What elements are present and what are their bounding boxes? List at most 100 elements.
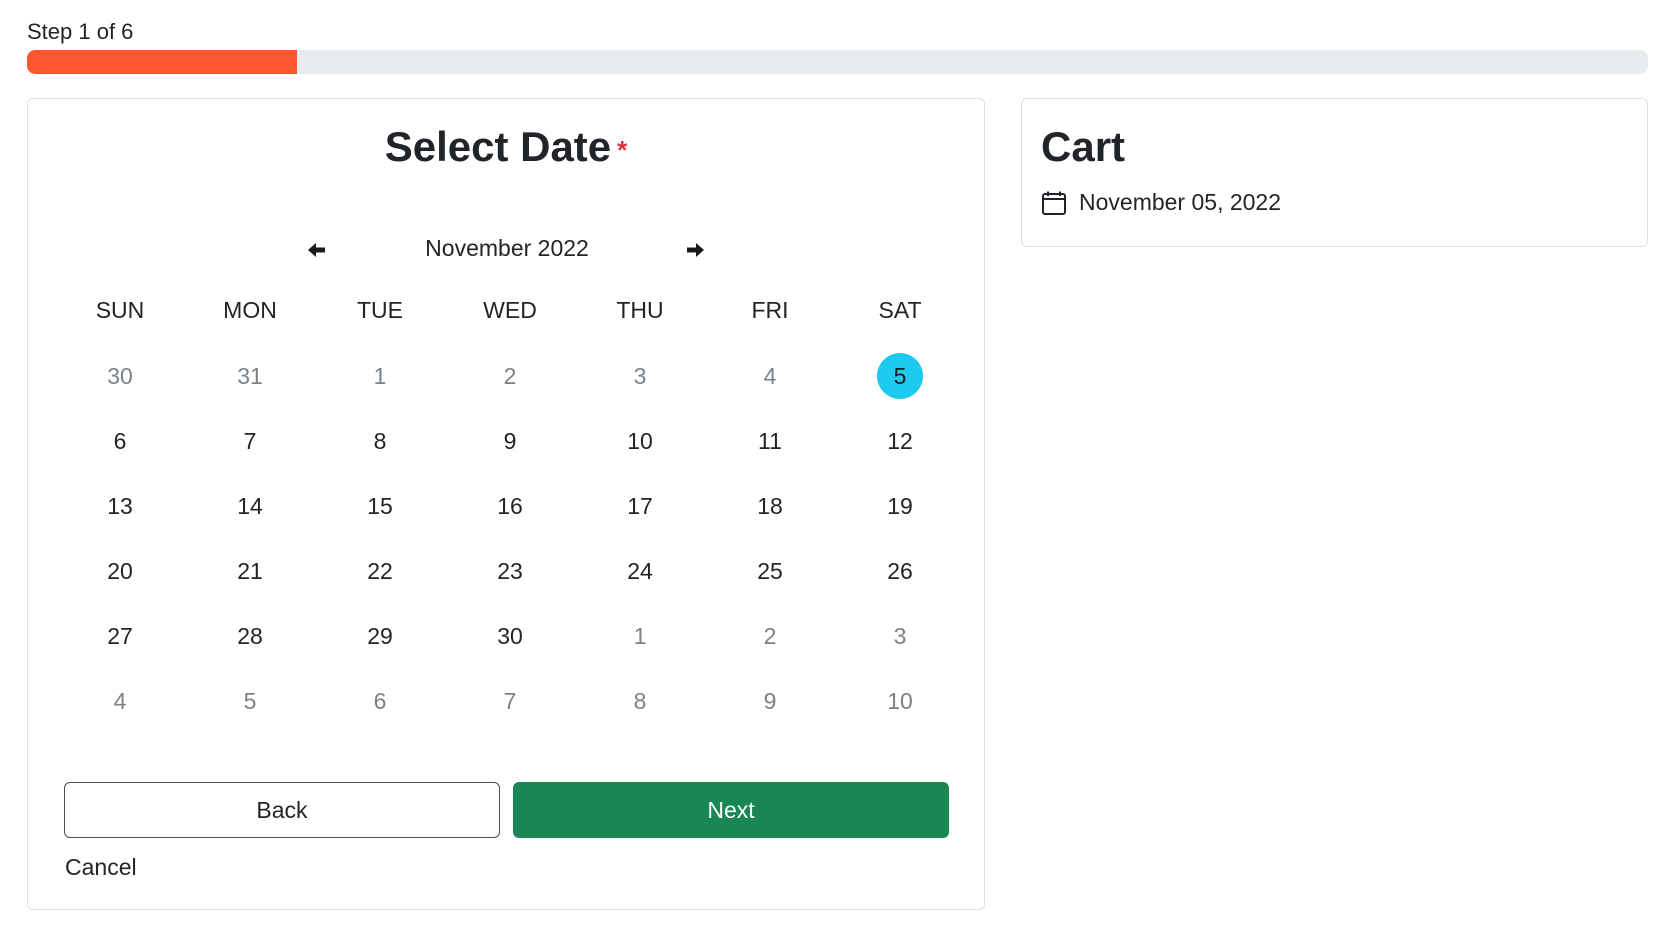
calendar-week-row: 20 21 22 23 24 25 26 xyxy=(55,546,965,596)
weekday-label: WED xyxy=(483,297,537,323)
calendar-day-number: 18 xyxy=(757,492,783,519)
calendar-day[interactable]: 25 xyxy=(705,546,835,596)
calendar-day[interactable]: 26 xyxy=(835,546,965,596)
calendar-day[interactable]: 12 xyxy=(835,416,965,466)
calendar-day[interactable]: 8 xyxy=(575,676,705,726)
calendar-day[interactable]: 31 xyxy=(185,351,315,401)
calendar-day-number: 6 xyxy=(373,687,387,714)
calendar-day-number: 10 xyxy=(627,427,653,454)
calendar-day[interactable]: 30 xyxy=(55,351,185,401)
calendar-day[interactable]: 2 xyxy=(445,351,575,401)
calendar-day-number: 10 xyxy=(887,687,913,714)
calendar-day-number: 1 xyxy=(373,362,387,389)
calendar-day[interactable]: 2 xyxy=(705,611,835,661)
calendar-day[interactable]: 10 xyxy=(575,416,705,466)
calendar-day[interactable]: 7 xyxy=(185,416,315,466)
weekday-label: THU xyxy=(616,297,664,323)
weekday-label: FRI xyxy=(751,297,789,323)
calendar-day[interactable]: 7 xyxy=(445,676,575,726)
calendar-day-number: 14 xyxy=(237,492,263,519)
calendar-day[interactable]: 28 xyxy=(185,611,315,661)
calendar-day[interactable]: 4 xyxy=(55,676,185,726)
calendar-day-number: 20 xyxy=(107,557,133,584)
calendar-day-selected[interactable]: 5 xyxy=(835,351,965,401)
calendar-day-number: 3 xyxy=(893,622,907,649)
calendar-day[interactable]: 6 xyxy=(55,416,185,466)
calendar-day-number: 4 xyxy=(113,687,127,714)
step-label: Step 1 of 6 xyxy=(27,19,134,44)
calendar-day[interactable]: 21 xyxy=(185,546,315,596)
calendar-week-row: 6 7 8 9 10 11 12 xyxy=(55,416,965,466)
calendar-day-number: 7 xyxy=(243,427,257,454)
calendar-day-number: 8 xyxy=(633,687,647,714)
calendar-navigation: November 2022 xyxy=(28,233,984,269)
calendar-day-number: 27 xyxy=(107,622,133,649)
progress-bar-fill xyxy=(27,50,298,74)
calendar-day-number: 21 xyxy=(237,557,263,584)
next-button[interactable]: Next xyxy=(513,782,949,838)
calendar-day-number: 31 xyxy=(237,362,263,389)
calendar-day[interactable]: 11 xyxy=(705,416,835,466)
calendar-day[interactable]: 3 xyxy=(835,611,965,661)
calendar-day-number: 26 xyxy=(887,557,913,584)
calendar-day[interactable]: 15 xyxy=(315,481,445,531)
select-date-card: Select Date * November 2022 SUN MON TUE WED T… xyxy=(27,98,985,910)
back-button[interactable]: Back xyxy=(64,782,500,838)
calendar-day-number: 16 xyxy=(497,492,523,519)
required-marker: * xyxy=(617,134,628,165)
calendar-icon xyxy=(1042,191,1066,215)
calendar-day[interactable]: 16 xyxy=(445,481,575,531)
calendar-day[interactable]: 6 xyxy=(315,676,445,726)
calendar-day[interactable]: 22 xyxy=(315,546,445,596)
calendar-day[interactable]: 10 xyxy=(835,676,965,726)
calendar-day[interactable]: 8 xyxy=(315,416,445,466)
calendar-week-row: 4 5 6 7 8 9 10 xyxy=(55,676,965,726)
cart-card: Cart November 05, 2022 xyxy=(1021,98,1648,247)
calendar-day[interactable]: 23 xyxy=(445,546,575,596)
calendar-day-number: 9 xyxy=(503,427,517,454)
calendar-day[interactable]: 29 xyxy=(315,611,445,661)
calendar-day[interactable]: 18 xyxy=(705,481,835,531)
calendar-day[interactable]: 3 xyxy=(575,351,705,401)
calendar-day[interactable]: 27 xyxy=(55,611,185,661)
calendar-day[interactable]: 20 xyxy=(55,546,185,596)
calendar-day[interactable]: 1 xyxy=(575,611,705,661)
arrow-right-icon[interactable] xyxy=(682,237,708,263)
calendar-day-number: 30 xyxy=(497,622,523,649)
calendar-day-number: 19 xyxy=(887,492,913,519)
calendar-day-number: 22 xyxy=(367,557,393,584)
calendar-day[interactable]: 17 xyxy=(575,481,705,531)
cancel-link[interactable]: Cancel xyxy=(65,854,137,881)
calendar-week-row: 13 14 15 16 17 18 19 xyxy=(55,481,965,531)
calendar-day-number: 30 xyxy=(107,362,133,389)
cart-title: Cart xyxy=(1041,123,1126,170)
calendar-day-number: 2 xyxy=(763,622,777,649)
calendar-week-row: 27 28 29 30 1 2 3 xyxy=(55,611,965,661)
calendar-day-number: 15 xyxy=(367,492,393,519)
weekday-label: MON xyxy=(223,297,277,323)
calendar-day-number: 2 xyxy=(503,362,517,389)
calendar-day[interactable]: 14 xyxy=(185,481,315,531)
cart-item-date: November 05, 2022 xyxy=(1079,189,1282,215)
calendar-day[interactable]: 5 xyxy=(185,676,315,726)
calendar-day-number: 23 xyxy=(497,557,523,584)
calendar-day[interactable]: 13 xyxy=(55,481,185,531)
calendar-day[interactable]: 19 xyxy=(835,481,965,531)
cart-item: November 05, 2022 xyxy=(1041,189,1281,216)
calendar-day[interactable]: 30 xyxy=(445,611,575,661)
calendar-day-number: 13 xyxy=(107,492,133,519)
select-date-title: Select Date xyxy=(384,123,612,170)
weekday-label: TUE xyxy=(357,297,403,323)
calendar-day-number: 17 xyxy=(627,492,653,519)
calendar-day[interactable]: 9 xyxy=(445,416,575,466)
calendar-day-number: 28 xyxy=(237,622,263,649)
calendar-day[interactable]: 4 xyxy=(705,351,835,401)
calendar-day[interactable]: 1 xyxy=(315,351,445,401)
calendar-day[interactable]: 24 xyxy=(575,546,705,596)
calendar-day[interactable]: 9 xyxy=(705,676,835,726)
select-date-heading: Select Date * xyxy=(28,121,984,176)
month-label: November 2022 xyxy=(425,235,589,261)
calendar-day-number: 1 xyxy=(633,622,647,649)
calendar-day-number: 25 xyxy=(757,557,783,584)
calendar-day-number: 12 xyxy=(887,427,913,454)
